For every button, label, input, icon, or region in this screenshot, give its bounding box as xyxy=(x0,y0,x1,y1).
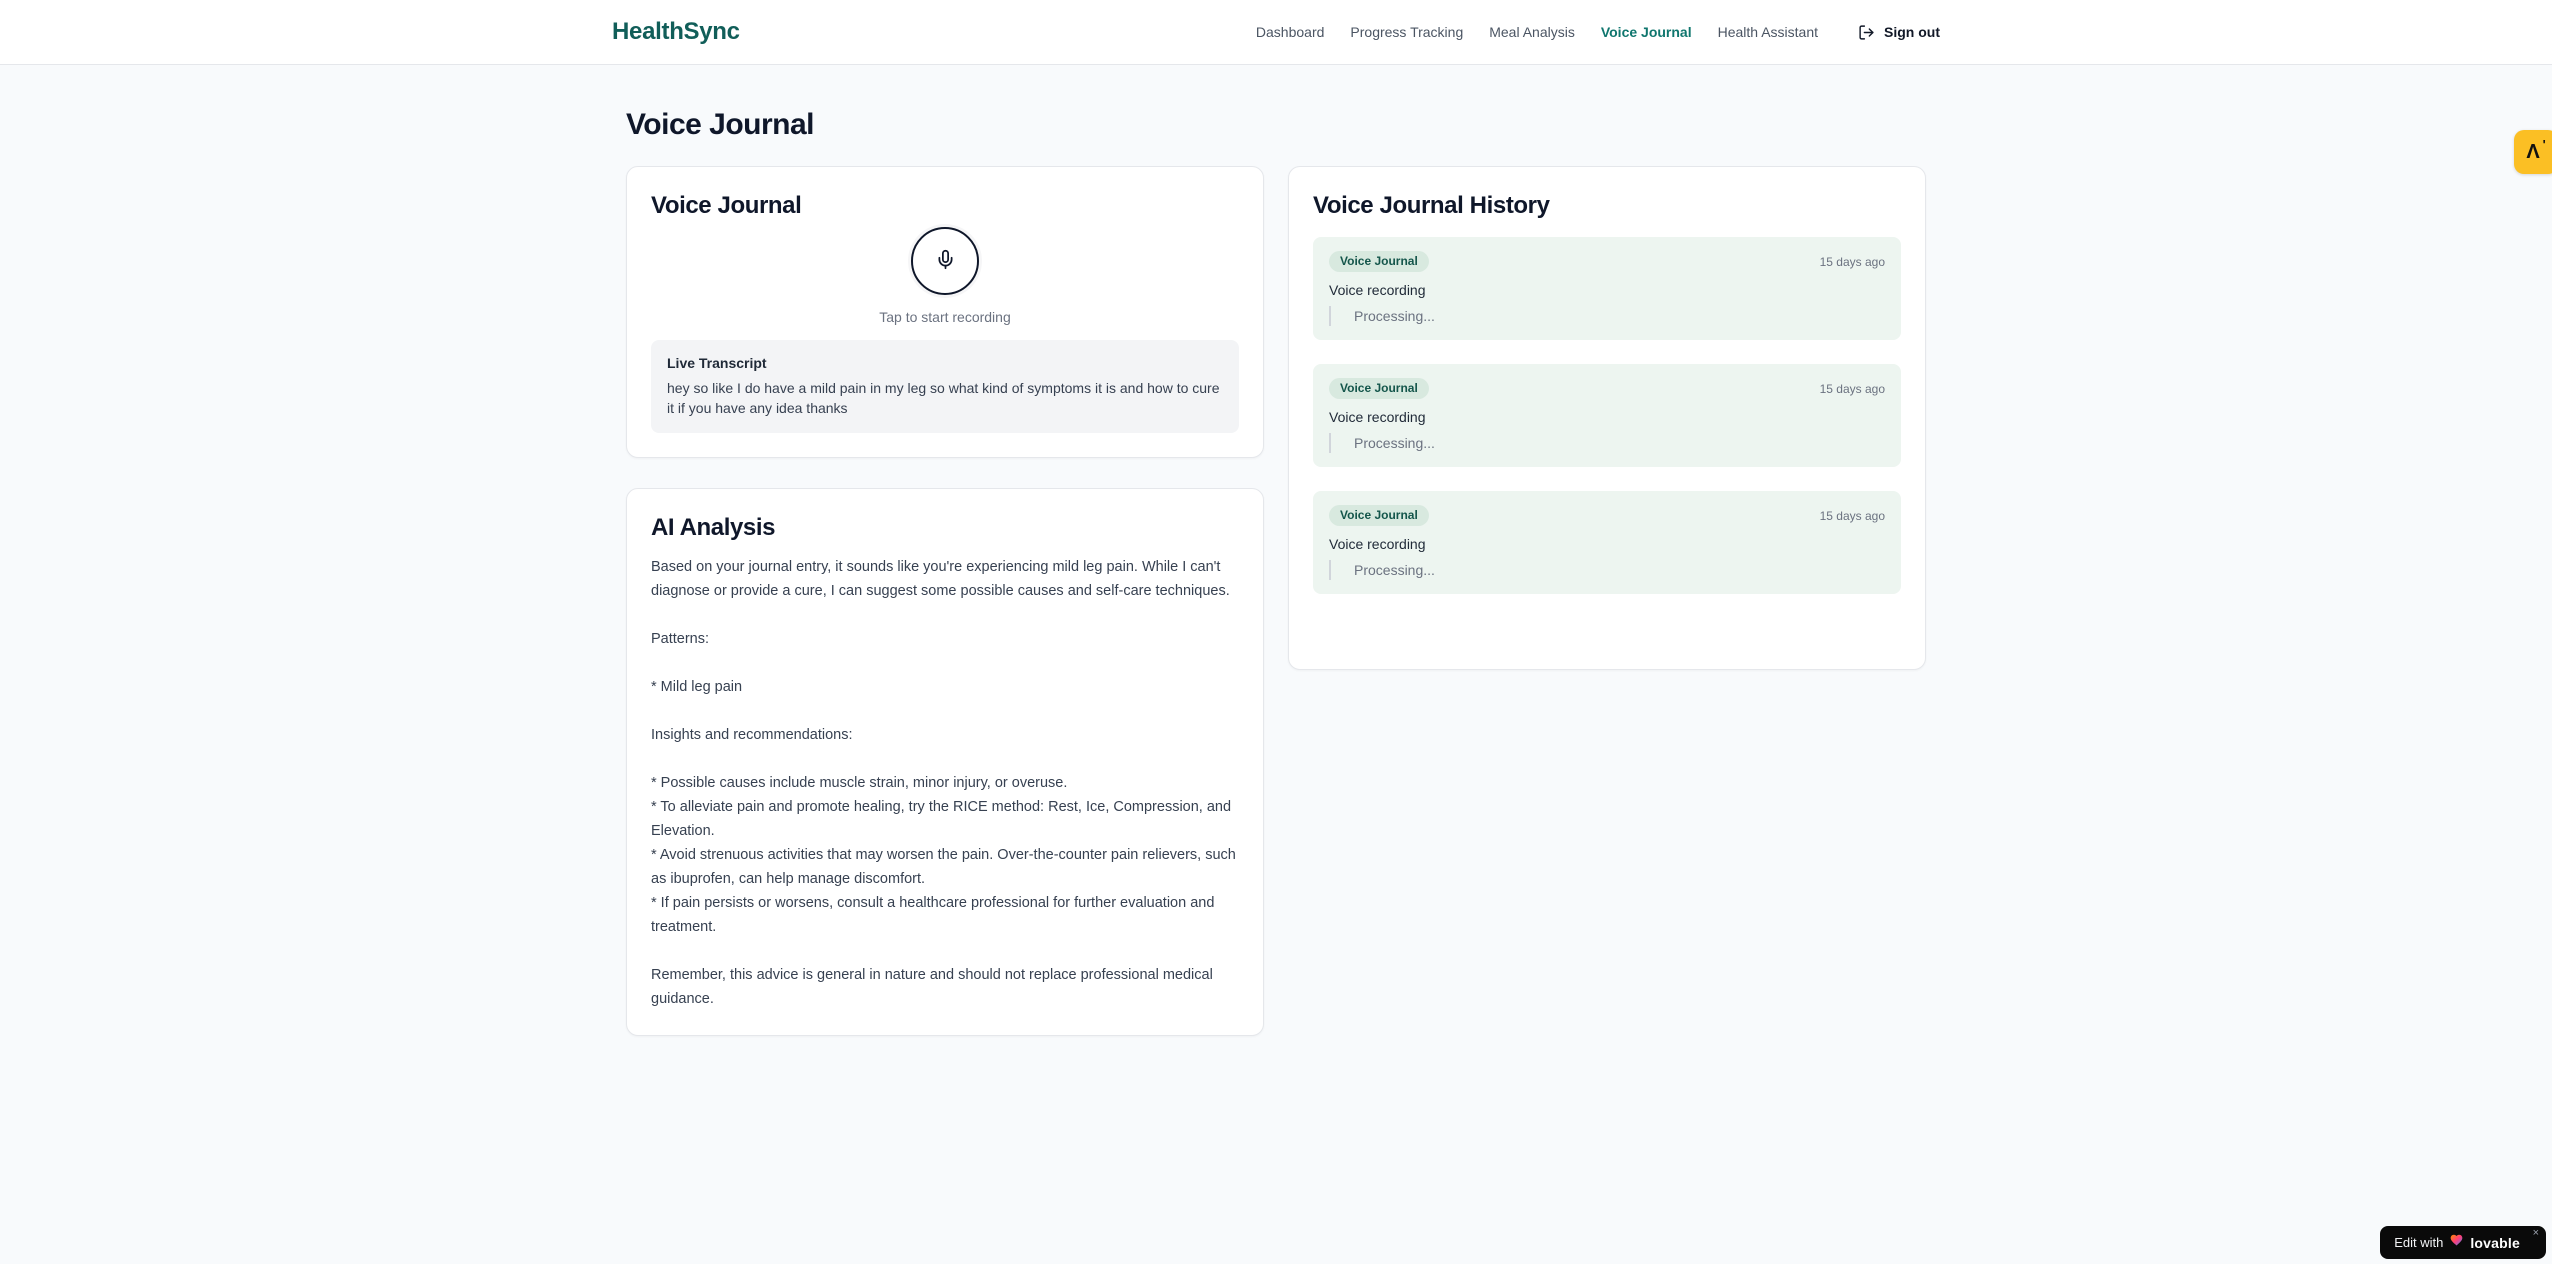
tap-to-record-hint: Tap to start recording xyxy=(879,309,1011,325)
lovable-tab-icon: Λ xyxy=(2526,138,2546,162)
nav-item-progress-tracking[interactable]: Progress Tracking xyxy=(1350,24,1463,40)
heart-icon xyxy=(2449,1233,2464,1252)
ai-analysis-card: AI Analysis Based on your journal entry,… xyxy=(626,488,1264,1036)
left-column: Voice Journal Tap to start recording Liv… xyxy=(626,166,1264,1036)
entry-description: Voice recording xyxy=(1329,536,1426,552)
history-entry-header: Voice Journal 15 days ago xyxy=(1329,378,1885,399)
entry-timestamp: 15 days ago xyxy=(1819,381,1885,396)
side-tab-button[interactable]: Λ xyxy=(2514,130,2552,174)
sign-out-label: Sign out xyxy=(1884,24,1940,40)
history-entry[interactable]: Voice Journal 15 days ago Voice recordin… xyxy=(1313,364,1901,467)
close-icon[interactable]: × xyxy=(2533,1228,2539,1239)
history-entry-header: Voice Journal 15 days ago xyxy=(1329,251,1885,272)
primary-nav: Dashboard Progress Tracking Meal Analysi… xyxy=(1256,24,1940,41)
entry-status: Processing... xyxy=(1329,433,1885,453)
live-transcript-label: Live Transcript xyxy=(667,355,767,371)
voice-journal-card: Voice Journal Tap to start recording Liv… xyxy=(626,166,1264,458)
history-entry[interactable]: Voice Journal 15 days ago Voice recordin… xyxy=(1313,491,1901,594)
record-button[interactable] xyxy=(911,227,979,295)
live-transcript-box: Live Transcript hey so like I do have a … xyxy=(651,340,1239,433)
live-transcript-text: hey so like I do have a mild pain in my … xyxy=(667,380,1220,416)
entry-type-badge: Voice Journal xyxy=(1329,505,1429,526)
recorder-area: Tap to start recording xyxy=(651,227,1239,325)
ai-analysis-text: Based on your journal entry, it sounds l… xyxy=(651,559,1236,1007)
nav-item-meal-analysis[interactable]: Meal Analysis xyxy=(1489,24,1575,40)
edit-with-lovable-badge[interactable]: Edit with lovable × xyxy=(2380,1226,2546,1259)
sign-out-button[interactable]: Sign out xyxy=(1858,24,1940,41)
entry-status: Processing... xyxy=(1329,560,1885,580)
entry-description: Voice recording xyxy=(1329,282,1426,298)
entry-status: Processing... xyxy=(1329,306,1885,326)
header-inner: HealthSync Dashboard Progress Tracking M… xyxy=(612,0,1940,64)
edit-with-label: Edit with xyxy=(2394,1235,2444,1250)
nav-item-dashboard[interactable]: Dashboard xyxy=(1256,24,1325,40)
entry-timestamp: 15 days ago xyxy=(1819,254,1885,269)
entry-timestamp: 15 days ago xyxy=(1819,508,1885,523)
nav-item-health-assistant[interactable]: Health Assistant xyxy=(1718,24,1818,40)
log-out-icon xyxy=(1858,24,1875,41)
main-content: Voice Journal Voice Journal Tap to start… xyxy=(626,65,1926,1036)
page-title: Voice Journal xyxy=(626,108,815,141)
voice-journal-card-title: Voice Journal xyxy=(651,192,802,219)
app-logo[interactable]: HealthSync xyxy=(612,18,740,46)
entry-type-badge: Voice Journal xyxy=(1329,251,1429,272)
app-header: HealthSync Dashboard Progress Tracking M… xyxy=(0,0,2552,65)
entry-description: Voice recording xyxy=(1329,409,1426,425)
history-entry-header: Voice Journal 15 days ago xyxy=(1329,505,1885,526)
ai-analysis-card-title: AI Analysis xyxy=(651,514,776,541)
history-card-title: Voice Journal History xyxy=(1313,192,1550,219)
history-entry[interactable]: Voice Journal 15 days ago Voice recordin… xyxy=(1313,237,1901,340)
history-list: Voice Journal 15 days ago Voice recordin… xyxy=(1313,237,1901,594)
content-grid: Voice Journal Tap to start recording Liv… xyxy=(626,166,1926,1036)
voice-journal-history-card: Voice Journal History Voice Journal 15 d… xyxy=(1288,166,1926,670)
nav-item-voice-journal[interactable]: Voice Journal xyxy=(1601,24,1692,40)
lovable-brand-label: lovable xyxy=(2470,1234,2520,1251)
microphone-icon xyxy=(935,249,956,273)
entry-type-badge: Voice Journal xyxy=(1329,378,1429,399)
